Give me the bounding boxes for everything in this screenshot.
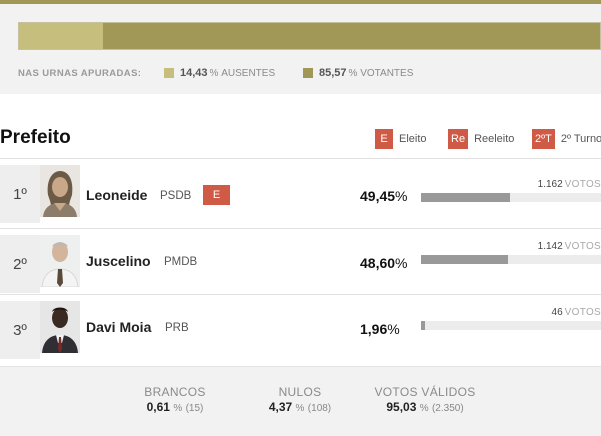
top-accent-rule xyxy=(0,0,601,4)
status-legend-reeleito: Re Reeleito xyxy=(448,129,514,149)
candidate-name: Juscelino xyxy=(86,253,151,269)
candidate-votes: 1.162 VOTOS xyxy=(538,179,601,190)
validos-count: (2.350) xyxy=(431,403,464,414)
status-legend-eleito: E Eleito xyxy=(375,129,427,149)
absent-unit: % xyxy=(209,67,219,79)
candidate-votes: 46 VOTOS xyxy=(552,307,601,318)
totals-footer: BRANCOS 0,61 % (15) NULOS 4,37 % (108) V… xyxy=(0,366,601,436)
candidate-name: Leoneide xyxy=(86,187,148,203)
vote-bar-track xyxy=(421,321,601,330)
voters-pct: 85,57 xyxy=(319,67,347,79)
legend-voters: 85,57 % VOTANTES xyxy=(303,67,413,79)
candidate-row: 1º Leoneide PSDB E 49,45% 1.162 VOTOS xyxy=(0,158,601,223)
candidate-photo xyxy=(40,301,80,353)
vote-bar-fill xyxy=(421,321,425,330)
brancos-count: (15) xyxy=(185,403,204,414)
candidate-rank: 2º xyxy=(0,235,40,293)
nulos-pct: 4,37 xyxy=(268,400,293,414)
eleito-label: Eleito xyxy=(399,133,427,145)
candidate-party: PRB xyxy=(165,322,189,334)
validos-stat: VOTOS VÁLIDOS 95,03 % (2.350) xyxy=(370,385,480,414)
brancos-pct: 0,61 xyxy=(146,400,170,414)
candidate-name: Davi Moia xyxy=(86,319,152,335)
validos-pct: 95,03 xyxy=(386,400,417,414)
candidate-pct-unit: % xyxy=(387,321,400,337)
candidate-votes-count: 1.162 xyxy=(537,179,563,190)
vote-bar-fill xyxy=(421,255,509,264)
nulos-count: (108) xyxy=(307,403,332,414)
validos-unit: % xyxy=(419,403,429,414)
turnout-absent-fill xyxy=(19,23,103,49)
turnout-caption: NAS URNAS APURADAS: xyxy=(18,68,142,79)
candidate-pct-unit: % xyxy=(395,255,408,271)
candidate-row: 3º Davi Moia PRB 1,96% 46 VOTOS xyxy=(0,294,601,359)
candidate-votes-unit: VOTOS xyxy=(564,179,601,190)
voters-unit: % xyxy=(348,67,358,79)
candidate-votes-unit: VOTOS xyxy=(564,241,601,252)
absent-pct: 14,43 xyxy=(180,67,208,79)
candidate-votes: 1.142 VOTOS xyxy=(538,241,601,252)
brancos-stat: BRANCOS 0,61 % (15) xyxy=(140,385,210,414)
candidate-percentage: 1,96% xyxy=(360,321,400,337)
candidate-row: 2º Juscelino PMDB 48,60% 1.142 VOTOS xyxy=(0,228,601,293)
section-title: Prefeito xyxy=(0,127,71,148)
elected-badge: E xyxy=(203,185,230,205)
candidate-rank: 3º xyxy=(0,301,40,359)
candidate-party: PSDB xyxy=(160,190,192,202)
reeleito-badge: Re xyxy=(448,129,469,149)
reeleito-label: Reeleito xyxy=(474,133,515,145)
candidate-photo xyxy=(40,165,80,217)
validos-label: VOTOS VÁLIDOS xyxy=(374,385,476,399)
candidate-percentage: 49,45% xyxy=(360,188,408,204)
absent-label: AUSENTES xyxy=(221,67,276,79)
turnout-panel: NAS URNAS APURADAS: 14,43 % AUSENTES 85,… xyxy=(0,0,601,94)
brancos-unit: % xyxy=(173,403,183,414)
nulos-stat: NULOS 4,37 % (108) xyxy=(260,385,340,414)
candidate-votes-count: 46 xyxy=(551,307,563,318)
candidate-party: PMDB xyxy=(164,256,198,268)
candidate-pct-value: 49,45 xyxy=(360,188,396,204)
status-legend-segundo-turno: 2ºT 2º Turno xyxy=(532,129,601,149)
candidate-votes-count: 1.142 xyxy=(537,241,563,252)
candidate-pct-unit: % xyxy=(395,188,408,204)
candidate-pct-value: 1,96 xyxy=(360,321,388,337)
candidate-percentage: 48,60% xyxy=(360,255,408,271)
vote-bar-fill xyxy=(421,193,510,202)
vote-bar-track xyxy=(421,255,601,264)
candidate-votes-unit: VOTOS xyxy=(564,307,601,318)
candidate-pct-value: 48,60 xyxy=(360,255,396,271)
candidate-photo xyxy=(40,235,80,287)
voters-label: VOTANTES xyxy=(360,67,414,79)
voters-swatch xyxy=(303,68,313,78)
turnout-bar xyxy=(18,22,601,50)
legend-absent: 14,43 % AUSENTES xyxy=(164,67,275,79)
absent-swatch xyxy=(164,68,174,78)
nulos-unit: % xyxy=(295,403,305,414)
segundo-turno-label: 2º Turno xyxy=(560,133,601,145)
segundo-turno-badge: 2ºT xyxy=(532,129,555,149)
vote-bar-track xyxy=(421,193,601,202)
nulos-label: NULOS xyxy=(278,385,322,399)
eleito-badge: E xyxy=(375,129,393,149)
candidate-rank: 1º xyxy=(0,165,40,223)
brancos-label: BRANCOS xyxy=(144,385,206,399)
